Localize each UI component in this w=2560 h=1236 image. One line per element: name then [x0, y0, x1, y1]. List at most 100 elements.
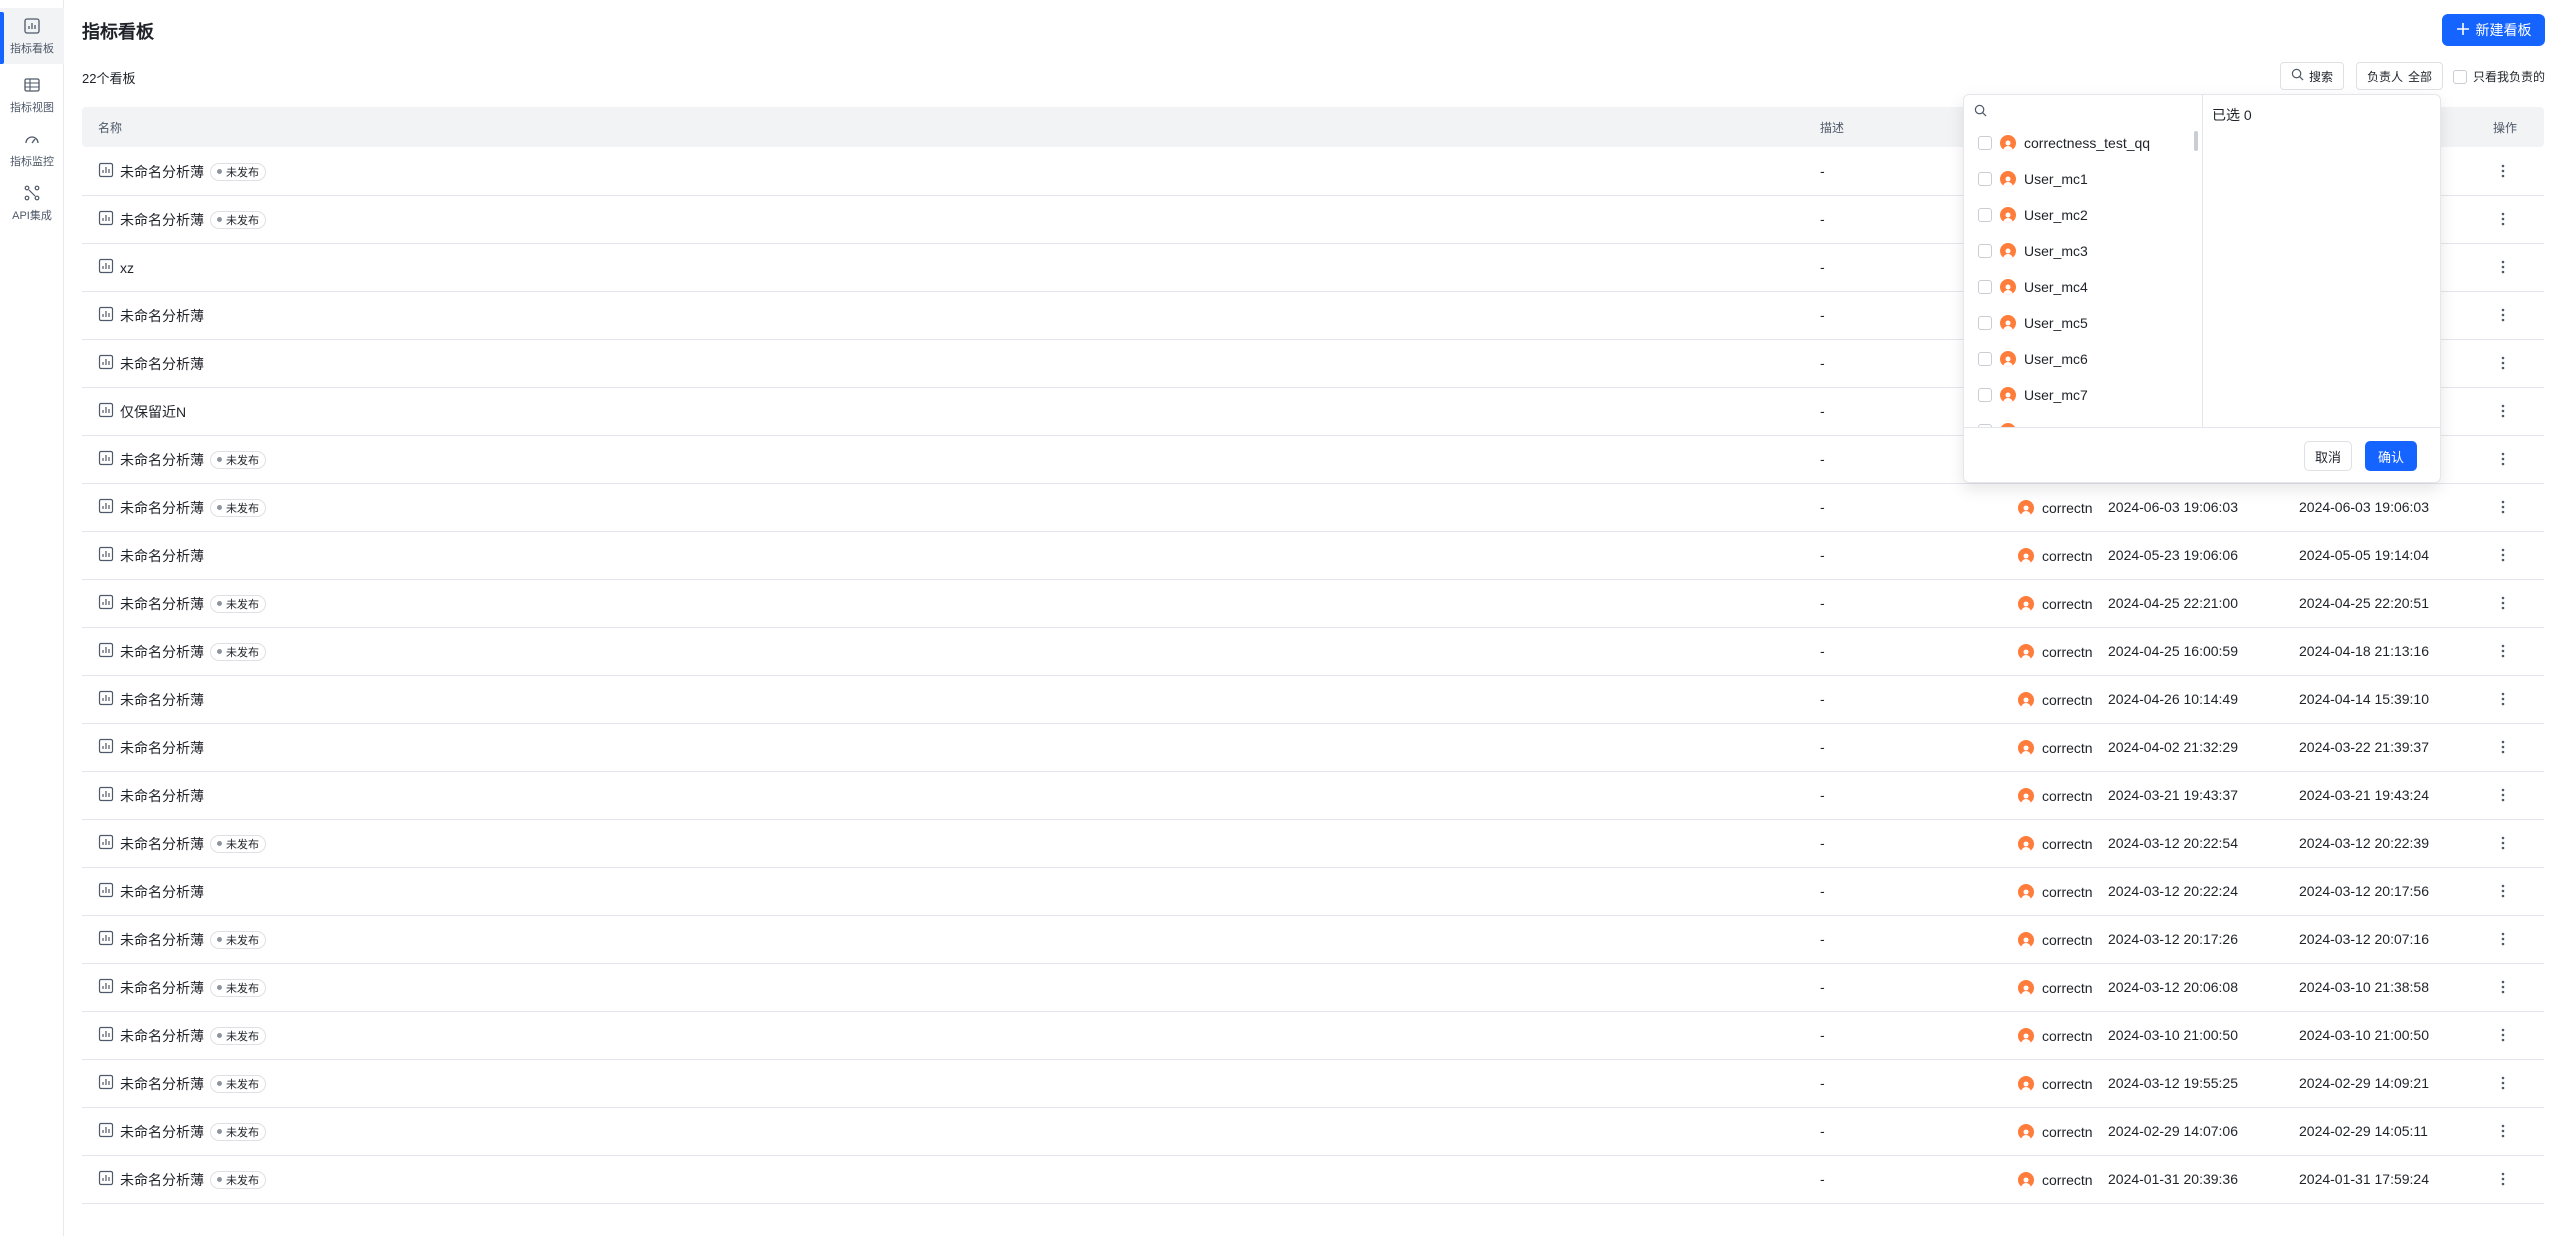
row-name[interactable]: 未命名分析薄	[120, 594, 204, 614]
row-name[interactable]: 仅保留近N	[120, 402, 186, 422]
table-row[interactable]: 未命名分析薄 - correctn 2024-04-26 10:14:49 2024-0…	[82, 676, 2544, 724]
row-name[interactable]: 未命名分析薄	[120, 786, 204, 806]
table-row[interactable]: 未命名分析薄 未发布 - correctn 2024-03-10 21:00:50 202…	[82, 1012, 2544, 1060]
table-row[interactable]: 未命名分析薄 未发布 - correctn 2024-03-12 19:55:25 202…	[82, 1060, 2544, 1108]
user-option[interactable]: User_mc4	[1964, 269, 2194, 305]
user-checkbox[interactable]	[1978, 172, 1992, 186]
user-checkbox[interactable]	[1978, 280, 1992, 294]
more-actions-icon[interactable]	[2493, 977, 2513, 997]
row-name[interactable]: 未命名分析薄	[120, 450, 204, 470]
user-checkbox[interactable]	[1978, 208, 1992, 222]
user-option[interactable]: User_mc3	[1964, 233, 2194, 269]
new-dashboard-button[interactable]: 新建看板	[2442, 14, 2545, 46]
table-row[interactable]: 未命名分析薄 未发布 - correctn 2024-06-03 19:06:03 202…	[82, 484, 2544, 532]
more-actions-icon[interactable]	[2493, 929, 2513, 949]
user-option[interactable]	[1964, 413, 2194, 427]
user-option[interactable]: User_mc2	[1964, 197, 2194, 233]
table-row[interactable]: 未命名分析薄 未发布 - correctn 2024-03-12 20:06:08 202…	[82, 964, 2544, 1012]
row-name[interactable]: 未命名分析薄	[120, 1122, 204, 1142]
more-actions-icon[interactable]	[2493, 305, 2513, 325]
search-button[interactable]: 搜索	[2280, 62, 2345, 90]
row-name[interactable]: xz	[120, 260, 134, 276]
nav-item-dashboard[interactable]: 指标看板	[0, 8, 64, 64]
table-row[interactable]: 未命名分析薄 - correctn 2024-04-02 21:32:29 2024-0…	[82, 724, 2544, 772]
table-row[interactable]: 未命名分析薄 未发布 - correctn 2024-01-31 20:39:36 202…	[82, 1156, 2544, 1204]
row-owner-name: correctn	[2042, 547, 2093, 564]
row-name-cell: 未命名分析薄 未发布	[98, 484, 266, 531]
row-name[interactable]: 未命名分析薄	[120, 498, 204, 518]
user-option[interactable]: User_mc7	[1964, 377, 2194, 413]
user-option[interactable]: User_mc5	[1964, 305, 2194, 341]
row-desc: -	[1820, 355, 1825, 371]
user-checkbox[interactable]	[1978, 352, 1992, 366]
row-name[interactable]: 未命名分析薄	[120, 546, 204, 566]
avatar	[2018, 499, 2034, 516]
row-name[interactable]: 未命名分析薄	[120, 882, 204, 902]
row-name[interactable]: 未命名分析薄	[120, 162, 204, 182]
row-name[interactable]: 未命名分析薄	[120, 978, 204, 998]
more-actions-icon[interactable]	[2493, 449, 2513, 469]
nav-item-views[interactable]: 指标视图	[0, 70, 64, 120]
nav-item-monitor[interactable]: 指标监控	[0, 124, 64, 174]
row-name[interactable]: 未命名分析薄	[120, 738, 204, 758]
more-actions-icon[interactable]	[2493, 737, 2513, 757]
more-actions-icon[interactable]	[2493, 641, 2513, 661]
row-name[interactable]: 未命名分析薄	[120, 354, 204, 374]
user-checkbox[interactable]	[1978, 388, 1992, 402]
more-actions-icon[interactable]	[2493, 833, 2513, 853]
nav-item-api[interactable]: API集成	[0, 178, 64, 228]
more-actions-icon[interactable]	[2493, 545, 2513, 565]
row-name[interactable]: 未命名分析薄	[120, 306, 204, 326]
user-checkbox[interactable]	[1978, 244, 1992, 258]
owner-filter-button[interactable]: 负责人 全部	[2356, 62, 2444, 90]
table-row[interactable]: 未命名分析薄 - correctn 2024-03-21 19:43:37 2024-0…	[82, 772, 2544, 820]
user-option[interactable]: User_mc6	[1964, 341, 2194, 377]
avatar	[2000, 351, 2016, 367]
table-row[interactable]: 未命名分析薄 未发布 - correctn 2024-04-25 22:21:00 202…	[82, 580, 2544, 628]
row-name[interactable]: 未命名分析薄	[120, 834, 204, 854]
more-actions-icon[interactable]	[2493, 401, 2513, 421]
more-actions-icon[interactable]	[2493, 1169, 2513, 1189]
table-row[interactable]: 未命名分析薄 未发布 - correctn 2024-02-29 14:07:06 202…	[82, 1108, 2544, 1156]
row-updated-time: 2024-03-21 19:43:37	[2108, 787, 2238, 803]
row-name[interactable]: 未命名分析薄	[120, 210, 204, 230]
cancel-button[interactable]: 取消	[2304, 441, 2352, 471]
row-name[interactable]: 未命名分析薄	[120, 1170, 204, 1190]
more-actions-icon[interactable]	[2493, 257, 2513, 277]
row-name[interactable]: 未命名分析薄	[120, 642, 204, 662]
user-list-scrollbar[interactable]	[2194, 131, 2198, 151]
row-name-cell: 未命名分析薄 未发布	[98, 628, 266, 675]
more-actions-icon[interactable]	[2493, 497, 2513, 517]
more-actions-icon[interactable]	[2493, 1025, 2513, 1045]
table-row[interactable]: 未命名分析薄 未发布 - correctn 2024-03-12 20:17:26 202…	[82, 916, 2544, 964]
row-name[interactable]: 未命名分析薄	[120, 690, 204, 710]
user-checkbox[interactable]	[1978, 316, 1992, 330]
table-row[interactable]: 未命名分析薄 未发布 - correctn 2024-03-12 20:22:54 202…	[82, 820, 2544, 868]
more-actions-icon[interactable]	[2493, 1073, 2513, 1093]
row-owner-name: correctn	[2042, 1027, 2093, 1044]
row-created-time: 2024-04-14 15:39:10	[2299, 691, 2429, 707]
more-actions-icon[interactable]	[2493, 593, 2513, 613]
user-checkbox[interactable]	[1978, 136, 1992, 150]
user-option[interactable]: correctness_test_qq	[1964, 125, 2194, 161]
row-created-time: 2024-05-05 19:14:04	[2299, 547, 2429, 563]
more-actions-icon[interactable]	[2493, 353, 2513, 373]
more-actions-icon[interactable]	[2493, 881, 2513, 901]
user-search-input[interactable]	[1993, 105, 2183, 121]
confirm-button[interactable]: 确认	[2365, 441, 2417, 471]
table-row[interactable]: 未命名分析薄 未发布 - correctn 2024-04-25 16:00:59 202…	[82, 628, 2544, 676]
row-name[interactable]: 未命名分析薄	[120, 1074, 204, 1094]
more-actions-icon[interactable]	[2493, 1121, 2513, 1141]
only-mine-checkbox[interactable]: 只看我负责的	[2453, 68, 2545, 85]
row-name[interactable]: 未命名分析薄	[120, 1026, 204, 1046]
more-actions-icon[interactable]	[2493, 209, 2513, 229]
table-row[interactable]: 未命名分析薄 - correctn 2024-03-12 20:22:24 2024-0…	[82, 868, 2544, 916]
more-actions-icon[interactable]	[2493, 785, 2513, 805]
user-option[interactable]: User_mc1	[1964, 161, 2194, 197]
only-mine-label: 只看我负责的	[2473, 70, 2546, 84]
more-actions-icon[interactable]	[2493, 689, 2513, 709]
more-actions-icon[interactable]	[2493, 161, 2513, 181]
table-row[interactable]: 未命名分析薄 - correctn 2024-05-23 19:06:06 2024-0…	[82, 532, 2544, 580]
row-name[interactable]: 未命名分析薄	[120, 930, 204, 950]
checkbox-box[interactable]	[2453, 69, 2467, 84]
